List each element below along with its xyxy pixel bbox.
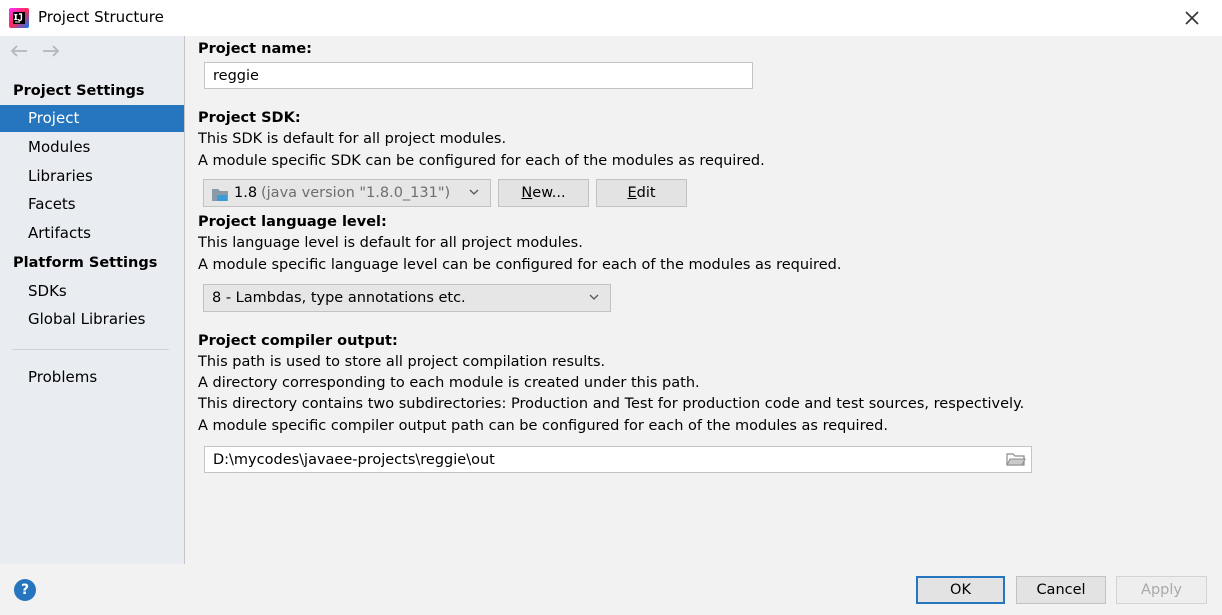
ok-button[interactable]: OK: [916, 576, 1005, 604]
sdk-new-label: ew...: [532, 185, 566, 201]
sidebar-item-global-libraries[interactable]: Global Libraries: [0, 306, 184, 333]
compiler-output-path-input[interactable]: [204, 446, 1032, 473]
sidebar-item-project[interactable]: Project: [0, 105, 184, 132]
title-bar: Project Structure: [0, 0, 1222, 36]
sidebar-separator: [12, 349, 169, 350]
sidebar-item-problems[interactable]: Problems: [0, 364, 184, 391]
sdk-new-mnemonic: N: [521, 185, 533, 201]
sdk-select[interactable]: 1.8 (java version "1.8.0_131"): [203, 179, 491, 207]
output-description-2: A directory corresponding to each module…: [198, 375, 700, 391]
window-title: Project Structure: [38, 8, 164, 26]
arrow-right-icon[interactable]: [40, 42, 62, 60]
sidebar-item-artifacts[interactable]: Artifacts: [0, 220, 184, 247]
language-level-select[interactable]: 8 - Lambdas, type annotations etc.: [203, 284, 611, 312]
compiler-output-label: Project compiler output:: [198, 333, 398, 349]
project-name-input[interactable]: [204, 62, 753, 89]
intellij-idea-logo: [9, 8, 29, 28]
platform-settings-header: Platform Settings: [13, 255, 158, 271]
project-name-label: Project name:: [198, 41, 312, 57]
sdk-edit-label: dit: [636, 185, 656, 201]
sdk-description-1: This SDK is default for all project modu…: [198, 131, 507, 147]
project-settings-header: Project Settings: [13, 83, 145, 99]
folder-open-icon[interactable]: [1006, 451, 1026, 467]
sdk-new-button[interactable]: New...: [498, 179, 589, 207]
language-description-2: A module specific language level can be …: [198, 257, 842, 273]
arrow-left-icon[interactable]: [8, 42, 30, 60]
project-sdk-label: Project SDK:: [198, 110, 301, 126]
sidebar-item-libraries[interactable]: Libraries: [0, 163, 184, 190]
sdk-edit-button[interactable]: Edit: [596, 179, 687, 207]
output-description-3: This directory contains two subdirectori…: [198, 396, 1025, 412]
help-icon[interactable]: ?: [14, 579, 36, 601]
sdk-selected-detail: (java version "1.8.0_131"): [261, 185, 451, 201]
language-level-value: 8 - Lambdas, type annotations etc.: [212, 290, 466, 306]
sidebar-item-modules[interactable]: Modules: [0, 134, 184, 161]
chevron-down-icon: [469, 189, 479, 195]
sidebar-item-sdks[interactable]: SDKs: [0, 278, 184, 305]
sidebar-divider: [184, 36, 185, 564]
language-level-label: Project language level:: [198, 214, 387, 230]
cancel-button[interactable]: Cancel: [1016, 576, 1106, 604]
chevron-down-icon: [589, 294, 599, 300]
sdk-edit-mnemonic: E: [627, 185, 637, 201]
close-icon[interactable]: [1180, 6, 1204, 30]
apply-button[interactable]: Apply: [1116, 576, 1207, 604]
sidebar-item-facets[interactable]: Facets: [0, 191, 184, 218]
output-description-1: This path is used to store all project c…: [198, 354, 606, 370]
sdk-selected-version: 1.8: [234, 185, 258, 201]
output-description-4: A module specific compiler output path c…: [198, 418, 888, 434]
sdk-description-2: A module specific SDK can be configured …: [198, 153, 765, 169]
folder-sdk-icon: [212, 189, 228, 201]
language-description-1: This language level is default for all p…: [198, 235, 583, 251]
